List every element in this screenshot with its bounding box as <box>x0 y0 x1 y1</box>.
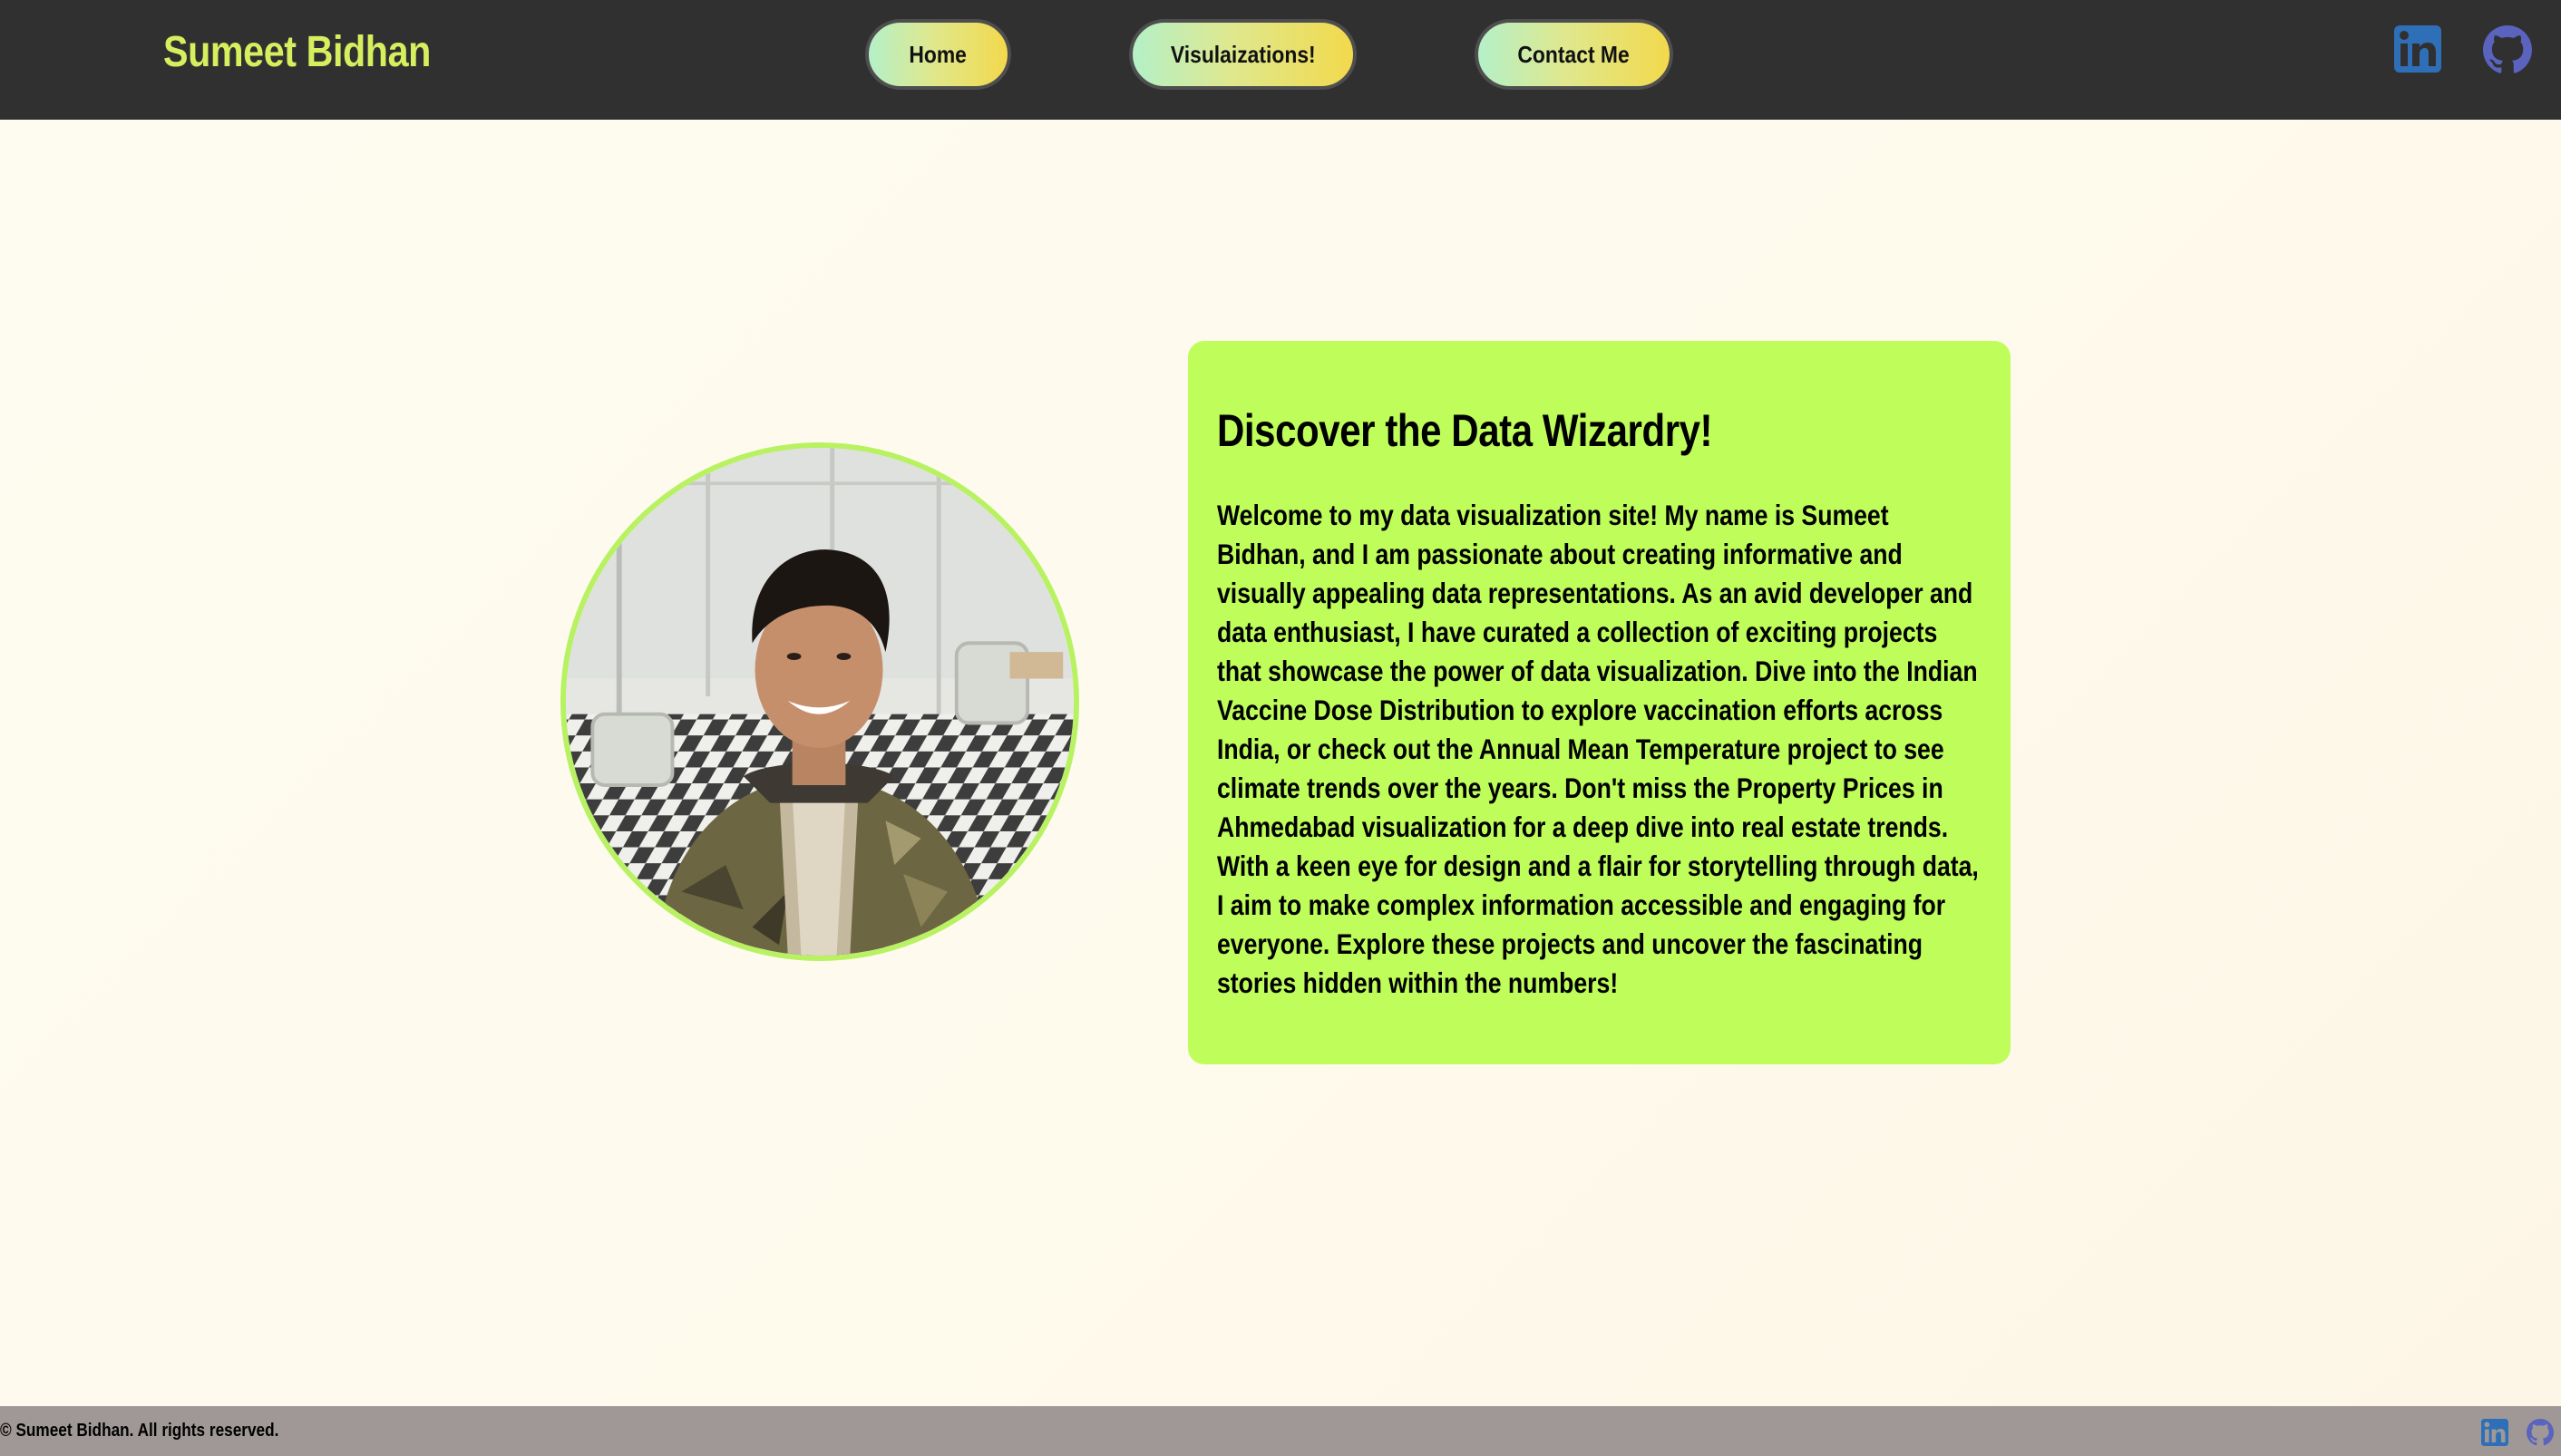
site-header: Sumeet Bidhan Home Visulaizations! Conta… <box>0 0 2561 120</box>
nav-visualizations-button[interactable]: Visulaizations! <box>1129 19 1357 90</box>
nav-contact-button[interactable]: Contact Me <box>1475 19 1673 90</box>
nav-contact-label: Contact Me <box>1517 40 1631 68</box>
intro-text: Welcome to my data visualization site! M… <box>1217 499 1979 999</box>
nav-home-label: Home <box>909 40 968 68</box>
site-footer: © Sumeet Bidhan. All rights reserved. <box>0 1406 2561 1456</box>
nav-home-button[interactable]: Home <box>865 19 1011 90</box>
profile-photo <box>560 442 1079 961</box>
github-icon[interactable] <box>2527 1419 2554 1446</box>
intro-card: Discover the Data Wizardry! Welcome to m… <box>1188 341 2011 1064</box>
linkedin-icon[interactable] <box>2481 1419 2508 1446</box>
linkedin-icon[interactable] <box>2394 25 2441 73</box>
copyright-text: © Sumeet Bidhan. All rights reserved. <box>0 1421 279 1441</box>
site-brand[interactable]: Sumeet Bidhan <box>163 27 431 77</box>
nav-visualizations-label: Visulaizations! <box>1170 40 1316 68</box>
intro-title: Discover the Data Wizardry! <box>1217 405 1713 456</box>
github-icon[interactable] <box>2483 25 2532 74</box>
